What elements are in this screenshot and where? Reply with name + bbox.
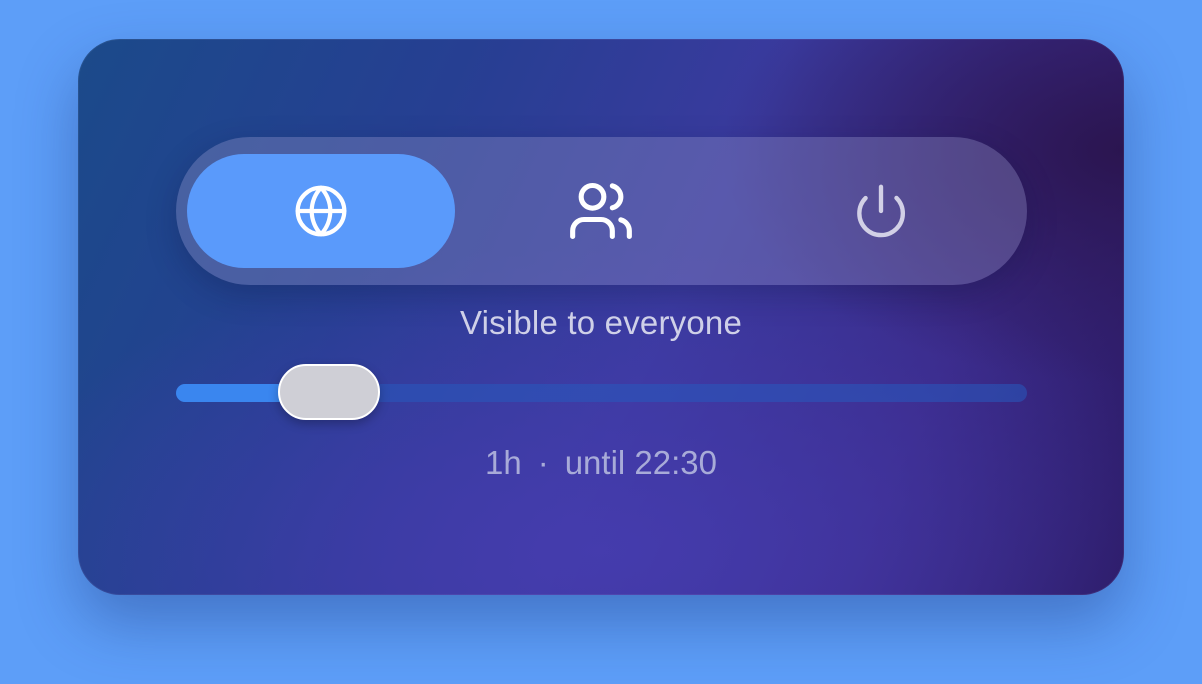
globe-icon [295,185,347,237]
duration-until: until 22:30 [564,444,717,481]
duration-separator: · [537,444,549,481]
segment-everyone[interactable] [187,154,455,268]
users-icon [570,182,632,240]
duration-slider[interactable] [176,364,1027,420]
segment-off[interactable] [747,154,1015,268]
duration-readout: 1h · until 22:30 [78,444,1124,482]
duration-slider-thumb[interactable] [278,364,381,420]
visibility-card: Visible to everyone 1h · until 22:30 [78,39,1124,595]
power-icon [857,184,905,238]
visibility-status-label: Visible to everyone [459,304,743,341]
visibility-segmented-control [176,137,1027,285]
segment-contacts[interactable] [467,154,735,268]
duration-length: 1h [484,444,522,481]
